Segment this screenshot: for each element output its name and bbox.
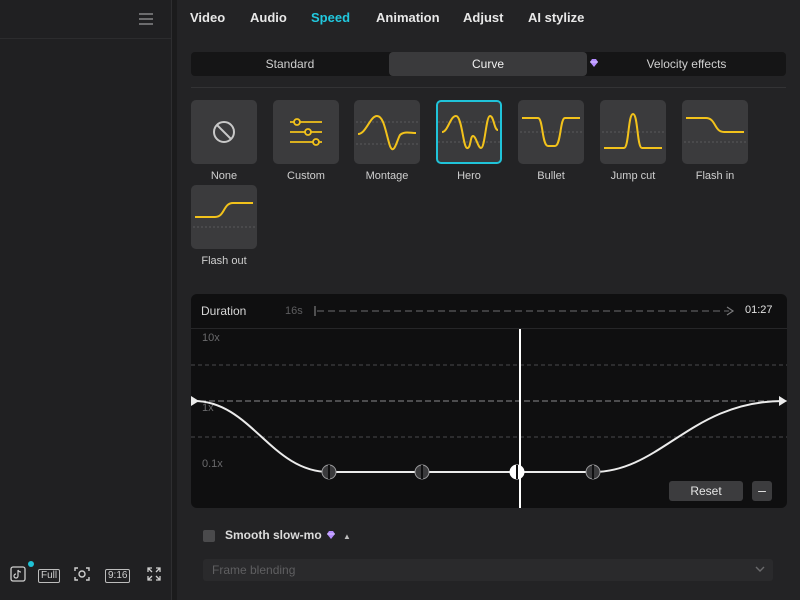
frame-blending-select[interactable]: Frame blending bbox=[203, 559, 773, 581]
mode-velocity-effects[interactable]: Velocity effects bbox=[587, 52, 786, 76]
preset-label: Jump cut bbox=[610, 170, 656, 182]
preset-thumb bbox=[682, 100, 748, 164]
preset-hero[interactable]: Hero bbox=[436, 100, 502, 182]
fullscreen-icon[interactable] bbox=[146, 566, 162, 584]
notification-dot bbox=[28, 561, 34, 567]
preset-label: Bullet bbox=[537, 170, 565, 182]
flash-out-curve-icon bbox=[193, 202, 255, 228]
speed-curve-graph[interactable] bbox=[191, 294, 787, 508]
speed-mode-switch: Standard Curve Velocity effects bbox=[191, 52, 786, 76]
preset-label: Montage bbox=[365, 170, 409, 182]
premium-gem-icon bbox=[590, 59, 598, 67]
tab-video[interactable]: Video bbox=[190, 10, 225, 25]
preset-thumb bbox=[273, 100, 339, 164]
tab-speed[interactable]: Speed bbox=[311, 10, 350, 25]
preset-label: Flash in bbox=[695, 170, 735, 182]
hamburger-icon[interactable] bbox=[139, 11, 153, 25]
reset-button[interactable]: Reset bbox=[669, 481, 743, 501]
preset-flash-out[interactable]: Flash out bbox=[191, 185, 257, 267]
jump-cut-curve-icon bbox=[602, 112, 664, 149]
tab-audio[interactable]: Audio bbox=[250, 10, 287, 25]
preset-bullet[interactable]: Bullet bbox=[518, 100, 584, 182]
preset-thumb bbox=[518, 100, 584, 164]
smooth-slowmo-label: Smooth slow-mo bbox=[225, 528, 322, 542]
preset-thumb bbox=[191, 185, 257, 249]
preset-thumb bbox=[436, 100, 502, 164]
preset-label: Hero bbox=[457, 170, 481, 182]
preset-label: Flash out bbox=[201, 255, 247, 267]
preset-thumb bbox=[191, 100, 257, 164]
remove-point-button[interactable]: – bbox=[752, 481, 772, 501]
tab-adjust[interactable]: Adjust bbox=[463, 10, 503, 25]
inspector-panel: Video Audio Speed Animation Adjust AI st… bbox=[177, 0, 800, 600]
tiktok-icon[interactable] bbox=[10, 566, 26, 584]
mode-curve[interactable]: Curve bbox=[389, 52, 587, 76]
preset-montage[interactable]: Montage bbox=[354, 100, 420, 182]
caret-up-icon[interactable]: ▲ bbox=[343, 532, 351, 541]
preset-thumb bbox=[600, 100, 666, 164]
hero-curve-icon bbox=[438, 114, 500, 150]
chevron-down-icon bbox=[755, 562, 765, 579]
speed-curve-editor: Duration 16s 01:27 10x 1x 0.1x Reset – bbox=[191, 294, 787, 508]
mode-standard[interactable]: Standard bbox=[191, 52, 389, 76]
inspector-tabs: Video Audio Speed Animation Adjust AI st… bbox=[177, 0, 800, 36]
player-toolbar: Full 9:16 bbox=[0, 562, 171, 590]
preset-jump-cut[interactable]: Jump cut bbox=[600, 100, 666, 182]
preset-flash-in[interactable]: Flash in bbox=[682, 100, 748, 182]
tab-ai-stylize[interactable]: AI stylize bbox=[528, 10, 584, 25]
ratio-button[interactable]: 9:16 bbox=[105, 569, 131, 583]
premium-gem-icon bbox=[327, 531, 335, 539]
sliders-icon bbox=[290, 118, 322, 146]
divider bbox=[191, 87, 786, 88]
montage-curve-icon bbox=[356, 114, 418, 151]
bullet-curve-icon bbox=[520, 117, 582, 147]
left-panel: Full 9:16 bbox=[0, 0, 172, 600]
preset-label: Custom bbox=[287, 170, 325, 182]
preset-thumb bbox=[354, 100, 420, 164]
full-button[interactable]: Full bbox=[38, 569, 61, 583]
smooth-slowmo-checkbox[interactable] bbox=[203, 530, 215, 542]
frame-blending-value: Frame blending bbox=[212, 563, 296, 577]
preset-label: None bbox=[210, 170, 238, 182]
left-panel-header bbox=[0, 0, 171, 39]
flash-in-curve-icon bbox=[684, 117, 746, 143]
preset-none[interactable]: None bbox=[191, 100, 257, 182]
screenshot-icon[interactable] bbox=[73, 566, 91, 584]
preset-custom[interactable]: Custom bbox=[273, 100, 339, 182]
tab-animation[interactable]: Animation bbox=[376, 10, 440, 25]
no-entry-icon bbox=[213, 121, 235, 143]
